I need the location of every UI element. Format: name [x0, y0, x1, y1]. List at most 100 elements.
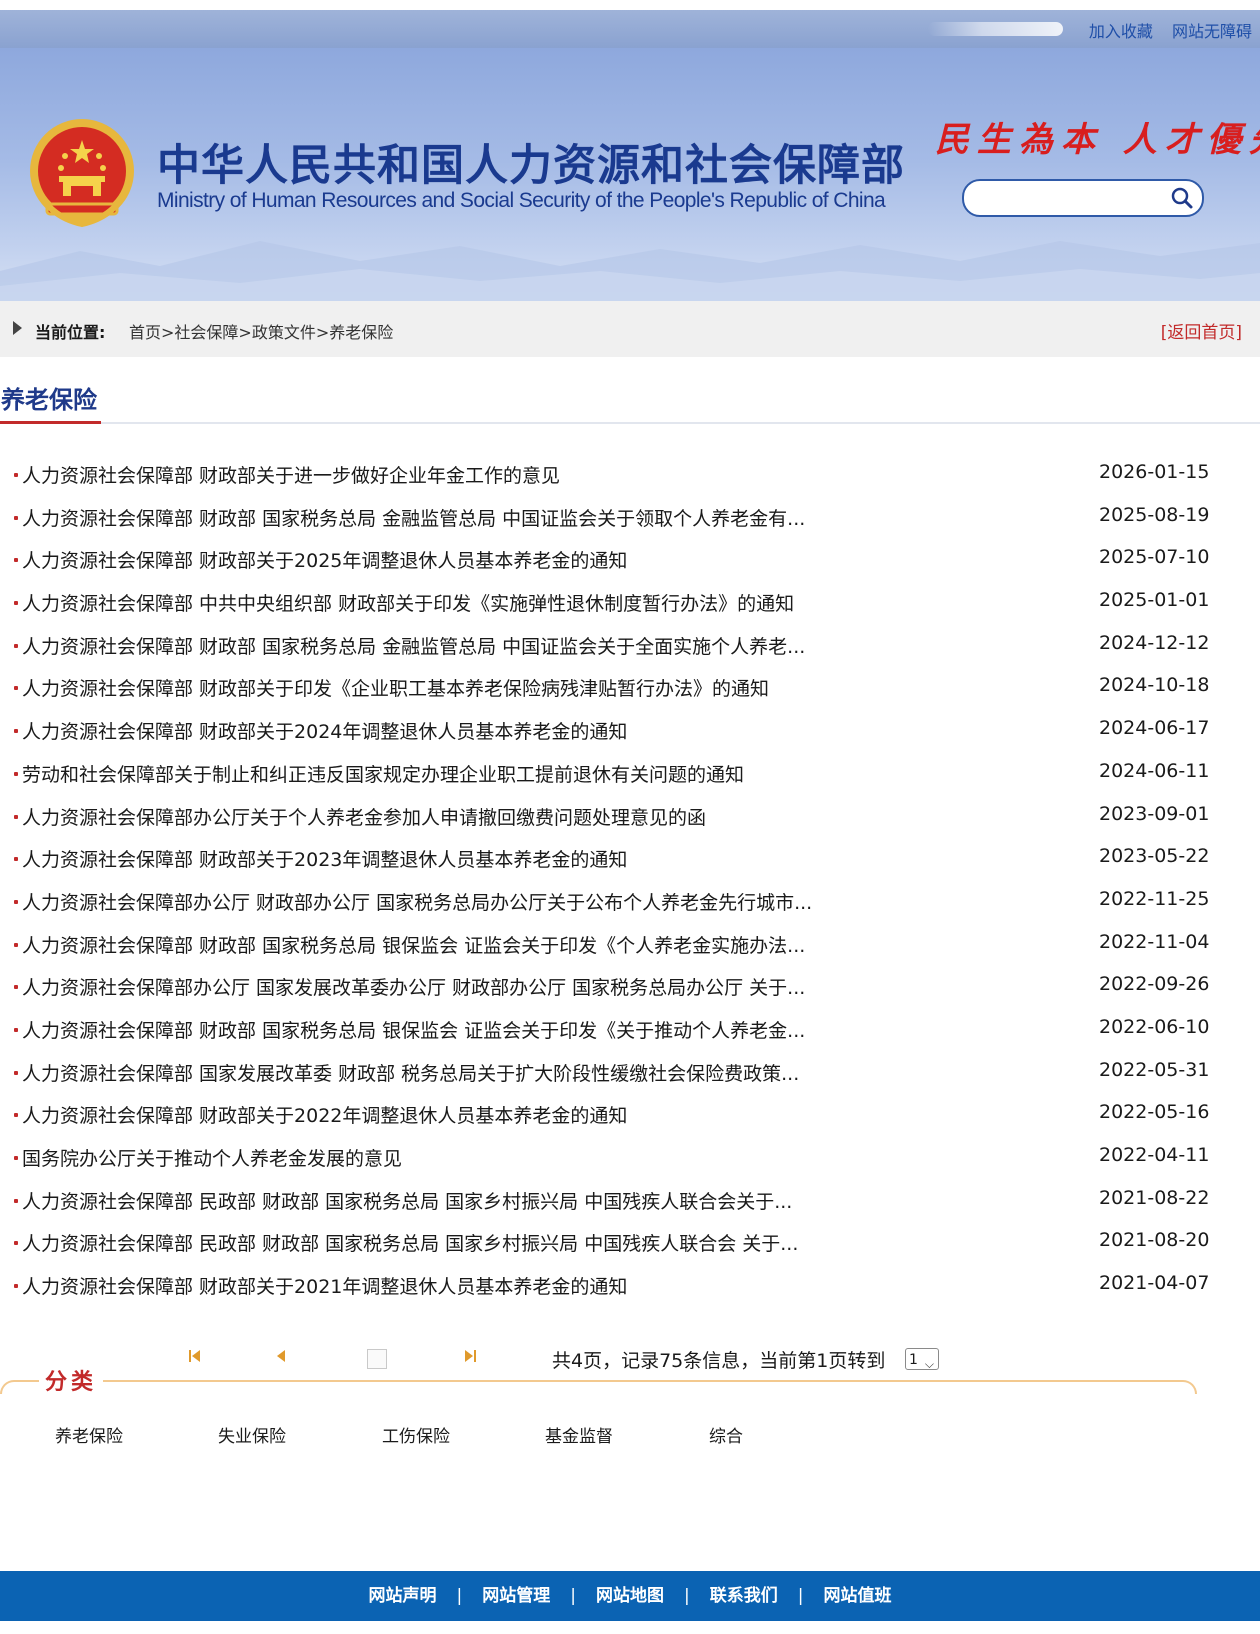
list-item[interactable]: 人力资源社会保障部 财政部关于印发《企业职工基本养老保险病残津贴暂行办法》的通知… — [12, 674, 1212, 717]
list-item[interactable]: 人力资源社会保障部办公厅关于个人养老金参加人申请撤回缴费问题处理意见的函 2023… — [12, 803, 1212, 846]
footer-separator: | — [570, 1586, 576, 1606]
list-item-title[interactable]: 人力资源社会保障部 财政部关于2024年调整退休人员基本养老金的通知 — [22, 717, 627, 744]
mountain-backdrop — [0, 241, 1260, 301]
slogan: 民生為本 人才優先 — [935, 120, 1260, 160]
list-item[interactable]: 劳动和社会保障部关于制止和纠正违反国家规定办理企业职工提前退休有关问题的通知 20… — [12, 760, 1212, 803]
site-title-en: Ministry of Human Resources and Social S… — [157, 189, 886, 212]
list-item-date: 2023-09-01 — [1099, 802, 1210, 825]
list-item-title[interactable]: 人力资源社会保障部 国家发展改革委 财政部 税务总局关于扩大阶段性缓缴社会保险费… — [22, 1059, 799, 1086]
list-item[interactable]: 人力资源社会保障部 财政部 国家税务总局 金融监管总局 中国证监会关于全面实施个… — [12, 632, 1212, 675]
list-item[interactable]: 国务院办公厅关于推动个人养老金发展的意见 2022-04-11 — [12, 1144, 1212, 1187]
list-item[interactable]: 人力资源社会保障部 财政部关于2025年调整退休人员基本养老金的通知 2025-0… — [12, 546, 1212, 589]
breadcrumb-path[interactable]: 首页>社会保障>政策文件>养老保险 — [129, 319, 393, 343]
category-item-fund-supervision[interactable]: 基金监督 — [545, 1422, 613, 1447]
list-item-date: 2021-08-22 — [1099, 1186, 1210, 1209]
list-item[interactable]: 人力资源社会保障部 财政部关于2022年调整退休人员基本养老金的通知 2022-0… — [12, 1101, 1212, 1144]
list-item-date: 2021-08-20 — [1099, 1229, 1210, 1252]
list-item-title[interactable]: 人力资源社会保障部 财政部 国家税务总局 银保监会 证监会关于印发《个人养老金实… — [22, 931, 805, 958]
accessibility-link[interactable]: 网站无障碍 — [1172, 22, 1252, 41]
footer-separator: | — [797, 1586, 804, 1606]
list-item-date: 2022-06-10 — [1099, 1015, 1210, 1038]
bullet-icon — [14, 857, 18, 862]
list-item-date: 2022-04-11 — [1099, 1144, 1210, 1166]
list-item[interactable]: 人力资源社会保障部办公厅 财政部办公厅 国家税务总局办公厅关于公布个人养老金先行… — [12, 888, 1212, 931]
list-item-date: 2024-06-17 — [1099, 717, 1210, 740]
search-icon[interactable] — [1170, 186, 1194, 210]
next-page-image[interactable] — [367, 1349, 387, 1369]
list-item-date: 2022-05-31 — [1099, 1058, 1210, 1081]
prev-page-icon[interactable] — [272, 1347, 290, 1365]
list-item-title[interactable]: 人力资源社会保障部 财政部关于2025年调整退休人员基本养老金的通知 — [22, 546, 627, 573]
list-item-title[interactable]: 人力资源社会保障部 财政部关于2022年调整退休人员基本养老金的通知 — [22, 1101, 627, 1128]
bullet-icon — [14, 1198, 18, 1203]
bullet-icon — [14, 899, 18, 904]
list-item-title[interactable]: 人力资源社会保障部 财政部 国家税务总局 金融监管总局 中国证监会关于领取个人养… — [22, 504, 805, 531]
list-item[interactable]: 人力资源社会保障部 民政部 财政部 国家税务总局 国家乡村振兴局 中国残疾人联合… — [12, 1229, 1212, 1272]
list-item-title[interactable]: 人力资源社会保障部 财政部 国家税务总局 银保监会 证监会关于印发《关于推动个人… — [22, 1016, 805, 1043]
list-item-date: 2025-07-10 — [1099, 546, 1210, 569]
bullet-icon — [14, 1027, 18, 1032]
first-page-icon[interactable] — [186, 1347, 204, 1365]
list-item-title[interactable]: 人力资源社会保障部办公厅 财政部办公厅 国家税务总局办公厅关于公布个人养老金先行… — [22, 888, 812, 915]
list-item-title[interactable]: 人力资源社会保障部 财政部关于2023年调整退休人员基本养老金的通知 — [22, 845, 627, 872]
list-item[interactable]: 人力资源社会保障部 财政部关于2023年调整退休人员基本养老金的通知 2023-0… — [12, 845, 1212, 888]
list-item-title[interactable]: 人力资源社会保障部 中共中央组织部 财政部关于印发《实施弹性退休制度暂行办法》的… — [22, 589, 794, 616]
list-item[interactable]: 人力资源社会保障部 国家发展改革委 财政部 税务总局关于扩大阶段性缓缴社会保险费… — [12, 1059, 1212, 1102]
blurred-area — [928, 22, 1063, 36]
footer-link-sitemap[interactable]: 网站地图 — [596, 1586, 664, 1606]
bullet-icon — [14, 1284, 18, 1289]
bullet-icon — [14, 515, 18, 520]
add-favorite-link[interactable]: 加入收藏 — [1089, 22, 1153, 41]
list-item-date: 2022-05-16 — [1099, 1101, 1210, 1124]
footer-link-management[interactable]: 网站管理 — [482, 1586, 550, 1606]
list-item[interactable]: 人力资源社会保障部 财政部 国家税务总局 金融监管总局 中国证监会关于领取个人养… — [12, 504, 1212, 547]
list-item-date: 2025-08-19 — [1099, 503, 1210, 526]
bullet-icon — [14, 643, 18, 648]
footer-link-statement[interactable]: 网站声明 — [369, 1586, 437, 1606]
list-item[interactable]: 人力资源社会保障部 财政部关于2024年调整退休人员基本养老金的通知 2024-0… — [12, 717, 1212, 760]
list-item-title[interactable]: 国务院办公厅关于推动个人养老金发展的意见 — [22, 1144, 402, 1171]
page-title: 养老保险 — [1, 386, 97, 414]
list-item-title[interactable]: 人力资源社会保障部办公厅关于个人养老金参加人申请撤回缴费问题处理意见的函 — [22, 803, 706, 830]
bullet-icon — [14, 558, 18, 563]
footer-links: 网站声明 | 网站管理 | 网站地图 | 联系我们 | 网站值班 — [0, 1571, 1260, 1621]
list-item[interactable]: 人力资源社会保障部 中共中央组织部 财政部关于印发《实施弹性退休制度暂行办法》的… — [12, 589, 1212, 632]
list-item[interactable]: 人力资源社会保障部 财政部 国家税务总局 银保监会 证监会关于印发《关于推动个人… — [12, 1016, 1212, 1059]
list-item-title[interactable]: 劳动和社会保障部关于制止和纠正违反国家规定办理企业职工提前退休有关问题的通知 — [22, 760, 744, 787]
bullet-icon — [14, 729, 18, 734]
list-item-title[interactable]: 人力资源社会保障部 民政部 财政部 国家税务总局 国家乡村振兴局 中国残疾人联合… — [22, 1229, 798, 1256]
chevron-down-icon: ⌵ — [924, 1357, 934, 1371]
category-item-unemployment[interactable]: 失业保险 — [218, 1422, 286, 1447]
list-item-date: 2026-01-15 — [1099, 461, 1210, 483]
footer-link-contact[interactable]: 联系我们 — [710, 1586, 778, 1606]
list-item[interactable]: 人力资源社会保障部 财政部关于2021年调整退休人员基本养老金的通知 2021-0… — [12, 1272, 1212, 1315]
list-item-title[interactable]: 人力资源社会保障部 财政部 国家税务总局 金融监管总局 中国证监会关于全面实施个… — [22, 632, 805, 659]
list-item[interactable]: 人力资源社会保障部 财政部关于进一步做好企业年金工作的意见 2026-01-15 — [12, 461, 1212, 504]
search-input[interactable] — [978, 185, 1157, 211]
back-home-link[interactable]: [返回首页] — [1161, 318, 1242, 343]
bullet-icon — [14, 601, 18, 606]
category-item-work-injury[interactable]: 工伤保险 — [382, 1422, 450, 1447]
footer-link-duty[interactable]: 网站值班 — [823, 1586, 891, 1606]
breadcrumb-label: 当前位置: — [35, 323, 106, 342]
search-box — [962, 179, 1204, 217]
last-page-icon[interactable] — [461, 1347, 479, 1365]
bullet-icon — [14, 985, 18, 990]
category-item-pension[interactable]: 养老保险 — [55, 1422, 123, 1447]
bullet-icon — [14, 942, 18, 947]
list-item-title[interactable]: 人力资源社会保障部 财政部关于2021年调整退休人员基本养老金的通知 — [22, 1272, 627, 1299]
footer: 网站声明 | 网站管理 | 网站地图 | 联系我们 | 网站值班 — [0, 1571, 1260, 1621]
list-item-title[interactable]: 人力资源社会保障部 财政部关于印发《企业职工基本养老保险病残津贴暂行办法》的通知 — [22, 674, 769, 701]
list-item-title[interactable]: 人力资源社会保障部办公厅 国家发展改革委办公厅 财政部办公厅 国家税务总局办公厅… — [22, 973, 805, 1000]
category-item-general[interactable]: 综合 — [709, 1422, 743, 1447]
page-select[interactable]: 1 ⌵ — [905, 1348, 939, 1371]
site-title-cn: 中华人民共和国人力资源和社会保障部 — [157, 141, 905, 191]
bullet-icon — [14, 473, 18, 477]
list-item[interactable]: 人力资源社会保障部 财政部 国家税务总局 银保监会 证监会关于印发《个人养老金实… — [12, 931, 1212, 974]
top-utility-bar: 加入收藏 网站无障碍 — [0, 10, 1260, 48]
list-item-title[interactable]: 人力资源社会保障部 财政部关于进一步做好企业年金工作的意见 — [22, 461, 560, 488]
list-item-title[interactable]: 人力资源社会保障部 民政部 财政部 国家税务总局 国家乡村振兴局 中国残疾人联合… — [22, 1187, 792, 1214]
pager: 共4页，记录75条信息，当前第1页转到 1 ⌵ — [0, 1344, 1260, 1374]
list-item[interactable]: 人力资源社会保障部办公厅 国家发展改革委办公厅 财政部办公厅 国家税务总局办公厅… — [12, 973, 1212, 1016]
list-item[interactable]: 人力资源社会保障部 民政部 财政部 国家税务总局 国家乡村振兴局 中国残疾人联合… — [12, 1187, 1212, 1230]
